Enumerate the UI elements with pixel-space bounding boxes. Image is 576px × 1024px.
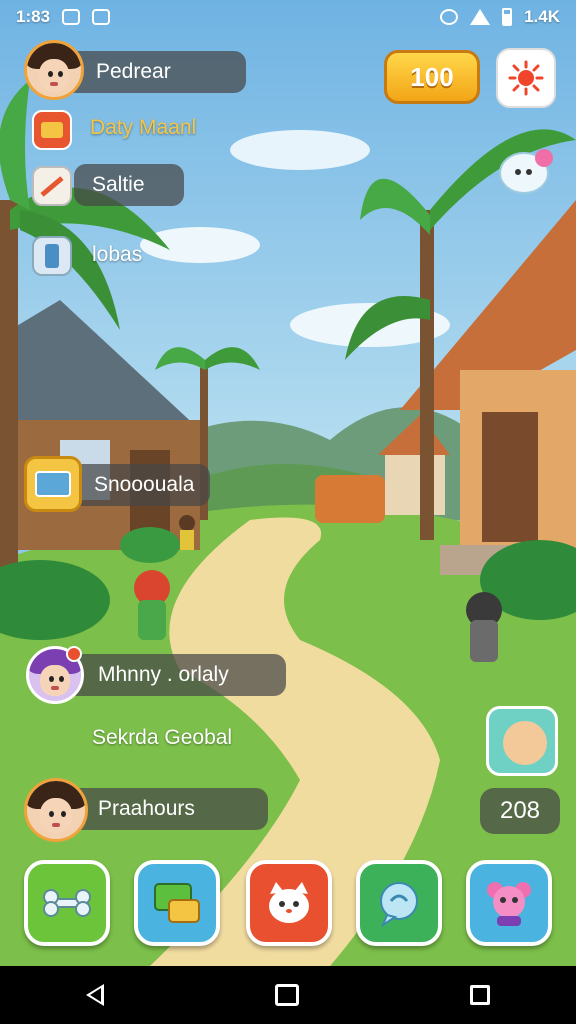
menu-label-shop: Snooouala [94,473,195,496]
notification-icon [92,9,111,25]
home-icon[interactable] [274,984,299,1006]
clock: 1:83 [16,7,51,26]
coin-counter[interactable]: 100 [384,50,480,104]
status-bar: 1:83 1.4K [0,0,576,34]
wifi-icon [470,9,491,25]
status-right-text: 1.4K [524,7,560,26]
profile-name-pill[interactable]: Pedrear [60,51,246,93]
pencil-icon[interactable] [32,166,72,206]
recent-apps-icon[interactable] [470,985,491,1005]
menu-item-shop[interactable]: Snooouala [70,464,210,506]
chat-message-icon [154,883,200,923]
menu-item-saltie[interactable]: Saltie [74,164,184,206]
menu-item-lobas[interactable]: lobas [92,243,142,267]
chat-friend-pill[interactable]: Mhnny . orlaly [62,654,286,696]
bottom-button-friends[interactable] [466,860,552,946]
player-pill[interactable]: Praahours [60,788,268,830]
profile-avatar[interactable] [24,40,84,100]
phone-icon[interactable] [32,236,72,276]
bone-icon [43,889,91,917]
counter-pill: 208 [480,788,560,834]
bottom-button-chat[interactable] [134,860,220,946]
settings-button[interactable] [496,48,556,108]
speech-bubble-icon [380,882,418,927]
system-navigation-bar [0,966,576,1024]
pink-bear-icon [487,882,531,926]
shield-icon [62,9,81,25]
quest-scroll-icon[interactable] [32,110,72,150]
alarm-icon [440,9,459,25]
chat-social-text: Sekrda Geobal [92,726,233,749]
coin-value: 100 [410,61,454,92]
menu-label-saltie: Saltie [92,173,145,196]
pet-avatar-button[interactable] [486,706,558,776]
battery-icon [502,8,513,26]
back-icon[interactable] [85,984,104,1006]
counter-value: 208 [499,797,541,824]
notification-dot [66,646,82,662]
profile-name: Pedrear [96,60,171,83]
cat-face-icon [269,882,309,923]
cat-girl-icon [503,721,547,765]
ghost-pet-icon[interactable] [496,146,560,196]
bottom-button-cat[interactable] [246,860,332,946]
player-label: Praahours [98,797,195,820]
bottom-button-bone[interactable] [24,860,110,946]
bottom-button-messages[interactable] [356,860,442,946]
shop-stall-icon[interactable] [24,456,82,512]
sun-gear-icon [508,60,544,96]
menu-item-daily[interactable]: Daty Maanl [90,116,196,140]
player-avatar[interactable] [24,778,88,842]
chat-friend-text: Mhnny . orlaly [98,663,229,686]
